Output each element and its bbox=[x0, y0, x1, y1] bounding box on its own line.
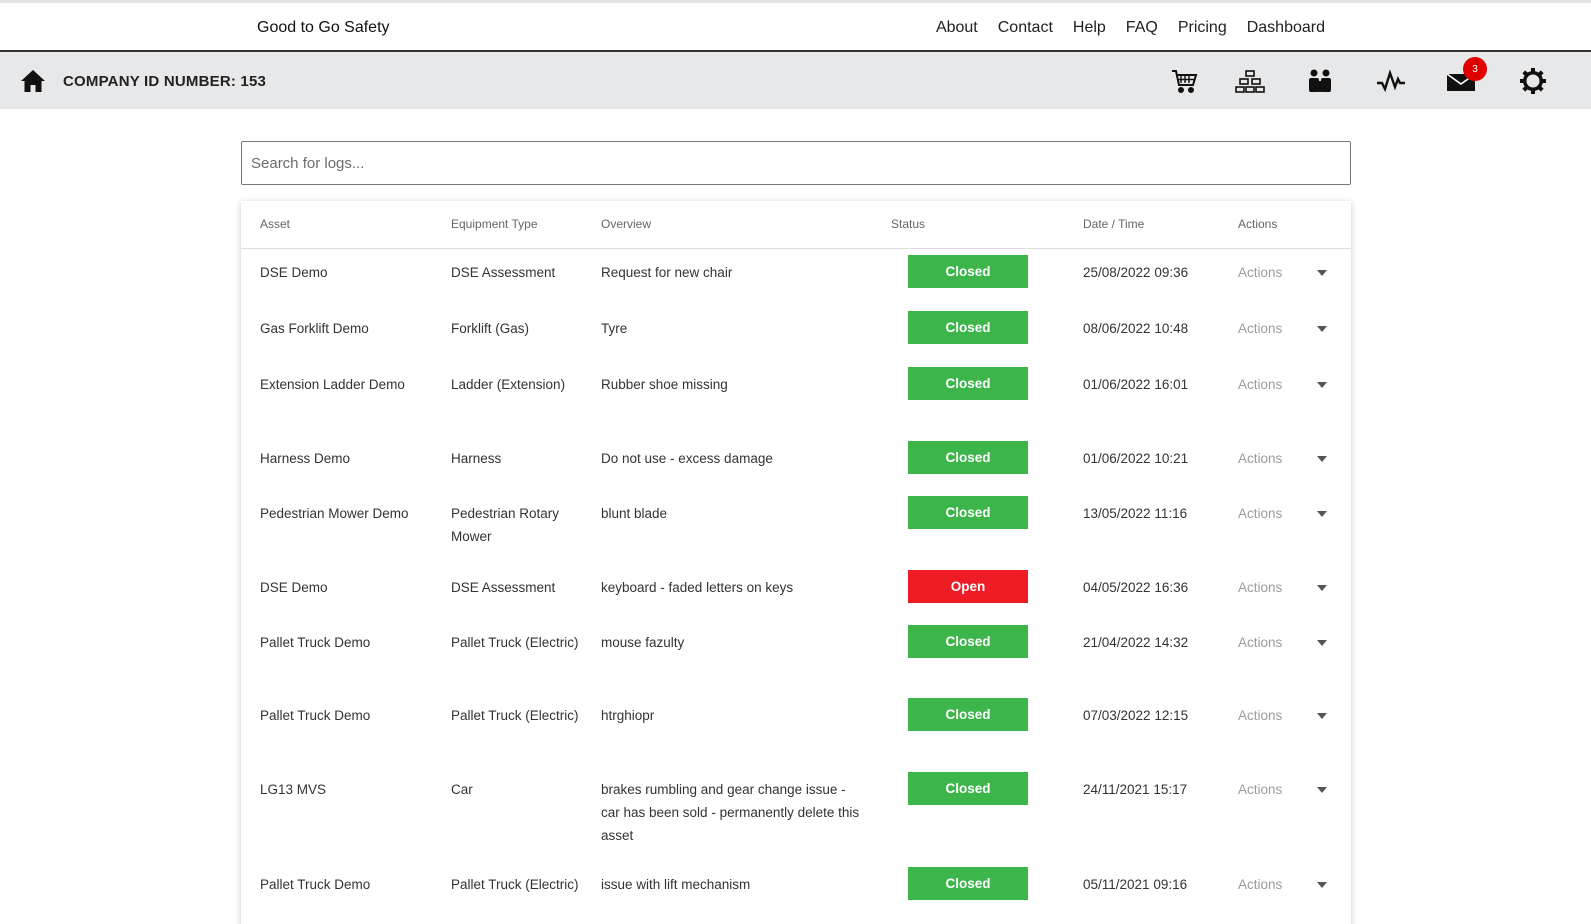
actions-dropdown[interactable]: Actions bbox=[1238, 373, 1282, 396]
header-status: Status bbox=[891, 217, 926, 231]
status-badge: Closed bbox=[908, 625, 1028, 658]
asset-cell: Pallet Truck Demo bbox=[260, 708, 371, 723]
company-bar: COMPANY ID NUMBER: 153 3 bbox=[0, 52, 1591, 109]
header-asset: Asset bbox=[260, 217, 291, 231]
overview-cell: brakes rumbling and gear change issue - … bbox=[601, 782, 860, 843]
header-date-time: Date / Time bbox=[1083, 217, 1145, 231]
status-badge: Closed bbox=[908, 496, 1028, 529]
status-badge: Closed bbox=[908, 311, 1028, 344]
asset-cell: Harness Demo bbox=[260, 451, 351, 466]
equipment-type-cell: Forklift (Gas) bbox=[451, 321, 530, 336]
actions-dropdown[interactable]: Actions bbox=[1238, 261, 1282, 284]
chevron-down-icon[interactable] bbox=[1317, 882, 1327, 888]
top-navbar: Good to Go Safety About Contact Help FAQ… bbox=[0, 0, 1591, 52]
nav-pricing-link[interactable]: Pricing bbox=[1178, 19, 1227, 37]
status-badge: Closed bbox=[908, 441, 1028, 474]
overview-cell: issue with lift mechanism bbox=[601, 877, 751, 892]
date-time-cell: 24/11/2021 15:17 bbox=[1083, 782, 1188, 797]
brand-name[interactable]: Good to Go Safety bbox=[257, 19, 390, 37]
chevron-down-icon[interactable] bbox=[1317, 585, 1327, 591]
overview-cell: Request for new chair bbox=[601, 265, 733, 280]
equipment-type-cell: Pallet Truck (Electric) bbox=[451, 877, 579, 892]
cart-icon[interactable] bbox=[1168, 65, 1200, 97]
nav-dashboard-link[interactable]: Dashboard bbox=[1247, 19, 1325, 37]
actions-dropdown[interactable]: Actions bbox=[1238, 317, 1282, 340]
settings-icon[interactable] bbox=[1517, 65, 1549, 97]
actions-dropdown[interactable]: Actions bbox=[1238, 447, 1282, 470]
actions-dropdown[interactable]: Actions bbox=[1238, 704, 1282, 727]
chevron-down-icon[interactable] bbox=[1317, 382, 1327, 388]
actions-dropdown[interactable]: Actions bbox=[1238, 778, 1282, 801]
actions-dropdown[interactable]: Actions bbox=[1238, 631, 1282, 654]
asset-cell: Pedestrian Mower Demo bbox=[260, 506, 409, 521]
chevron-down-icon[interactable] bbox=[1317, 787, 1327, 793]
overview-cell: Tyre bbox=[601, 321, 628, 336]
toolbar-icons: 3 bbox=[0, 57, 1591, 97]
equipment-type-cell: Ladder (Extension) bbox=[451, 377, 566, 392]
date-time-cell: 01/06/2022 16:01 bbox=[1083, 377, 1189, 392]
equipment-type-cell: Pallet Truck (Electric) bbox=[451, 635, 579, 650]
users-icon[interactable] bbox=[1304, 65, 1336, 97]
equipment-type-cell: DSE Assessment bbox=[451, 580, 556, 595]
header-actions: Actions bbox=[1238, 217, 1278, 231]
date-time-cell: 05/11/2021 09:16 bbox=[1083, 877, 1188, 892]
overview-cell: keyboard - faded letters on keys bbox=[601, 580, 794, 595]
equipment-type-cell: Pedestrian Rotary Mower bbox=[451, 506, 560, 544]
date-time-cell: 07/03/2022 12:15 bbox=[1083, 708, 1189, 723]
status-badge: Closed bbox=[908, 867, 1028, 900]
date-time-cell: 04/05/2022 16:36 bbox=[1083, 580, 1189, 595]
search-logs-input[interactable] bbox=[241, 141, 1351, 185]
nav-about-link[interactable]: About bbox=[936, 19, 978, 37]
actions-dropdown[interactable]: Actions bbox=[1238, 873, 1282, 896]
overview-cell: blunt blade bbox=[601, 506, 668, 521]
equipment-type-cell: Harness bbox=[451, 451, 502, 466]
asset-cell: Extension Ladder Demo bbox=[260, 377, 405, 392]
mail-notification-badge: 3 bbox=[1463, 57, 1487, 81]
mail-icon[interactable]: 3 bbox=[1445, 57, 1487, 97]
date-time-cell: 01/06/2022 10:21 bbox=[1083, 451, 1189, 466]
equipment-type-cell: Car bbox=[451, 782, 473, 797]
chevron-down-icon[interactable] bbox=[1317, 713, 1327, 719]
asset-cell: Pallet Truck Demo bbox=[260, 635, 371, 650]
date-time-cell: 13/05/2022 11:16 bbox=[1083, 506, 1188, 521]
date-time-cell: 08/06/2022 10:48 bbox=[1083, 321, 1189, 336]
status-badge: Closed bbox=[908, 772, 1028, 805]
asset-cell: Gas Forklift Demo bbox=[260, 321, 369, 336]
asset-cell: DSE Demo bbox=[260, 265, 328, 280]
equipment-type-cell: DSE Assessment bbox=[451, 265, 556, 280]
chevron-down-icon[interactable] bbox=[1317, 456, 1327, 462]
overview-cell: Do not use - excess damage bbox=[601, 451, 773, 466]
nav-faq-link[interactable]: FAQ bbox=[1126, 19, 1158, 37]
asset-cell: DSE Demo bbox=[260, 580, 328, 595]
status-badge: Closed bbox=[908, 698, 1028, 731]
chevron-down-icon[interactable] bbox=[1317, 640, 1327, 646]
status-badge: Closed bbox=[908, 255, 1028, 288]
date-time-cell: 21/04/2022 14:32 bbox=[1083, 635, 1189, 650]
overview-cell: Rubber shoe missing bbox=[601, 377, 728, 392]
header-equipment-type: Equipment Type bbox=[451, 217, 538, 231]
table-header: Asset Equipment Type Overview Status Dat… bbox=[241, 201, 1351, 249]
activity-icon[interactable] bbox=[1375, 65, 1407, 97]
status-badge: Open bbox=[908, 570, 1028, 603]
nav-contact-link[interactable]: Contact bbox=[998, 19, 1053, 37]
date-time-cell: 25/08/2022 09:36 bbox=[1083, 265, 1189, 280]
network-icon[interactable] bbox=[1234, 65, 1266, 97]
equipment-type-cell: Pallet Truck (Electric) bbox=[451, 708, 579, 723]
nav-help-link[interactable]: Help bbox=[1073, 19, 1106, 37]
actions-dropdown[interactable]: Actions bbox=[1238, 576, 1282, 599]
chevron-down-icon[interactable] bbox=[1317, 326, 1327, 332]
chevron-down-icon[interactable] bbox=[1317, 270, 1327, 276]
logs-table: Asset Equipment Type Overview Status Dat… bbox=[241, 201, 1351, 924]
asset-cell: LG13 MVS bbox=[260, 782, 327, 797]
overview-cell: mouse fazulty bbox=[601, 635, 685, 650]
asset-cell: Pallet Truck Demo bbox=[260, 877, 371, 892]
status-badge: Closed bbox=[908, 367, 1028, 400]
actions-dropdown[interactable]: Actions bbox=[1238, 502, 1282, 525]
header-overview: Overview bbox=[601, 217, 652, 231]
chevron-down-icon[interactable] bbox=[1317, 511, 1327, 517]
nav-links: About Contact Help FAQ Pricing Dashboard bbox=[936, 19, 1325, 37]
overview-cell: htrghiopr bbox=[601, 708, 655, 723]
